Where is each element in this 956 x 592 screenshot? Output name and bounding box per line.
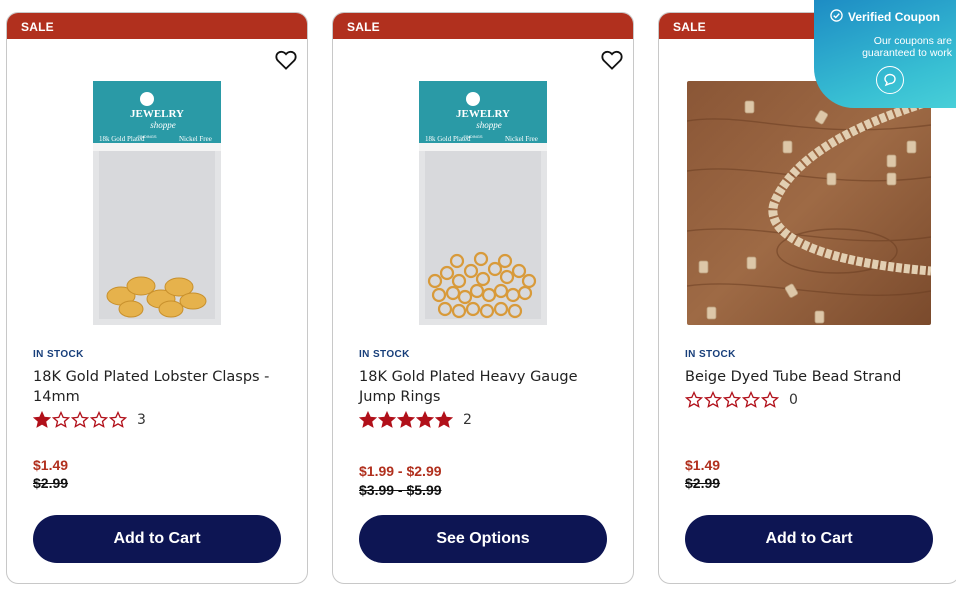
package-finish-text: 18k Gold Plated [99,135,145,143]
sale-price: $1.49 [33,457,69,473]
sale-badge: SALE [7,13,307,39]
sale-price: $1.99 - $2.99 [359,463,442,479]
coupon-title: Verified Coupon [848,10,941,24]
verified-coupon-widget[interactable]: Verified Coupon Our coupons are guarante… [814,0,956,108]
star-filled-icon [359,411,377,428]
add-to-cart-button[interactable]: Add to Cart [685,515,933,563]
original-price: $3.99 - $5.99 [359,482,442,498]
review-count: 2 [463,412,472,428]
star-rating[interactable]: 3 [33,411,146,429]
package-tag-text: Nickel Free [179,135,212,143]
see-options-button[interactable]: See Options [359,515,607,563]
product-title[interactable]: 18K Gold Plated Heavy Gauge Jump Rings [359,367,615,407]
review-count: 3 [137,412,146,428]
star-empty-icon [723,391,741,408]
product-image[interactable] [687,81,931,325]
sale-price: $1.49 [685,457,721,473]
product-card: SALE JEWELRY shoppe FINDINGS 18k Gold Pl… [6,12,308,584]
star-filled-icon [33,411,51,428]
package-finish-text: 18k Gold Plated [425,135,471,143]
star-filled-icon [435,411,453,428]
heart-icon[interactable] [599,47,625,73]
star-empty-icon [71,411,89,428]
star-empty-icon [704,391,722,408]
stock-status: IN STOCK [359,349,410,360]
coupon-subtitle: Our coupons are guaranteed to work [862,35,952,59]
product-title[interactable]: Beige Dyed Tube Bead Strand [685,367,941,387]
package-brand-sub-text: shoppe [476,120,502,130]
coupon-title-row: Verified Coupon [830,9,940,25]
star-empty-icon [742,391,760,408]
stock-status: IN STOCK [33,349,84,360]
stock-status: IN STOCK [685,349,736,360]
heart-icon[interactable] [273,47,299,73]
star-rating[interactable]: 0 [685,391,798,409]
package-brand-sub-text: shoppe [150,120,176,130]
package-brand-text: JEWELRY [456,108,510,120]
product-image[interactable]: JEWELRY shoppe FINDINGS 18k Gold Plated … [83,81,233,327]
package-brand-text: JEWELRY [130,108,184,120]
star-empty-icon [109,411,127,428]
star-filled-icon [397,411,415,428]
add-to-cart-button[interactable]: Add to Cart [33,515,281,563]
star-empty-icon [90,411,108,428]
star-rating[interactable]: 2 [359,411,472,429]
star-empty-icon [761,391,779,408]
chat-bubble-icon[interactable] [876,66,904,94]
verified-check-icon [830,9,843,25]
review-count: 0 [789,392,798,408]
star-filled-icon [378,411,396,428]
product-title[interactable]: 18K Gold Plated Lobster Clasps - 14mm [33,367,289,407]
sale-badge: SALE [333,13,633,39]
product-card: SALE JEWELRY shoppe FINDINGS 18k Gold Pl… [332,12,634,584]
star-empty-icon [685,391,703,408]
star-filled-icon [416,411,434,428]
original-price: $2.99 [685,475,721,491]
star-empty-icon [52,411,70,428]
original-price: $2.99 [33,475,69,491]
product-image[interactable]: JEWELRY shoppe FINDINGS 18k Gold Plated … [409,81,559,327]
package-tag-text: Nickel Free [505,135,538,143]
